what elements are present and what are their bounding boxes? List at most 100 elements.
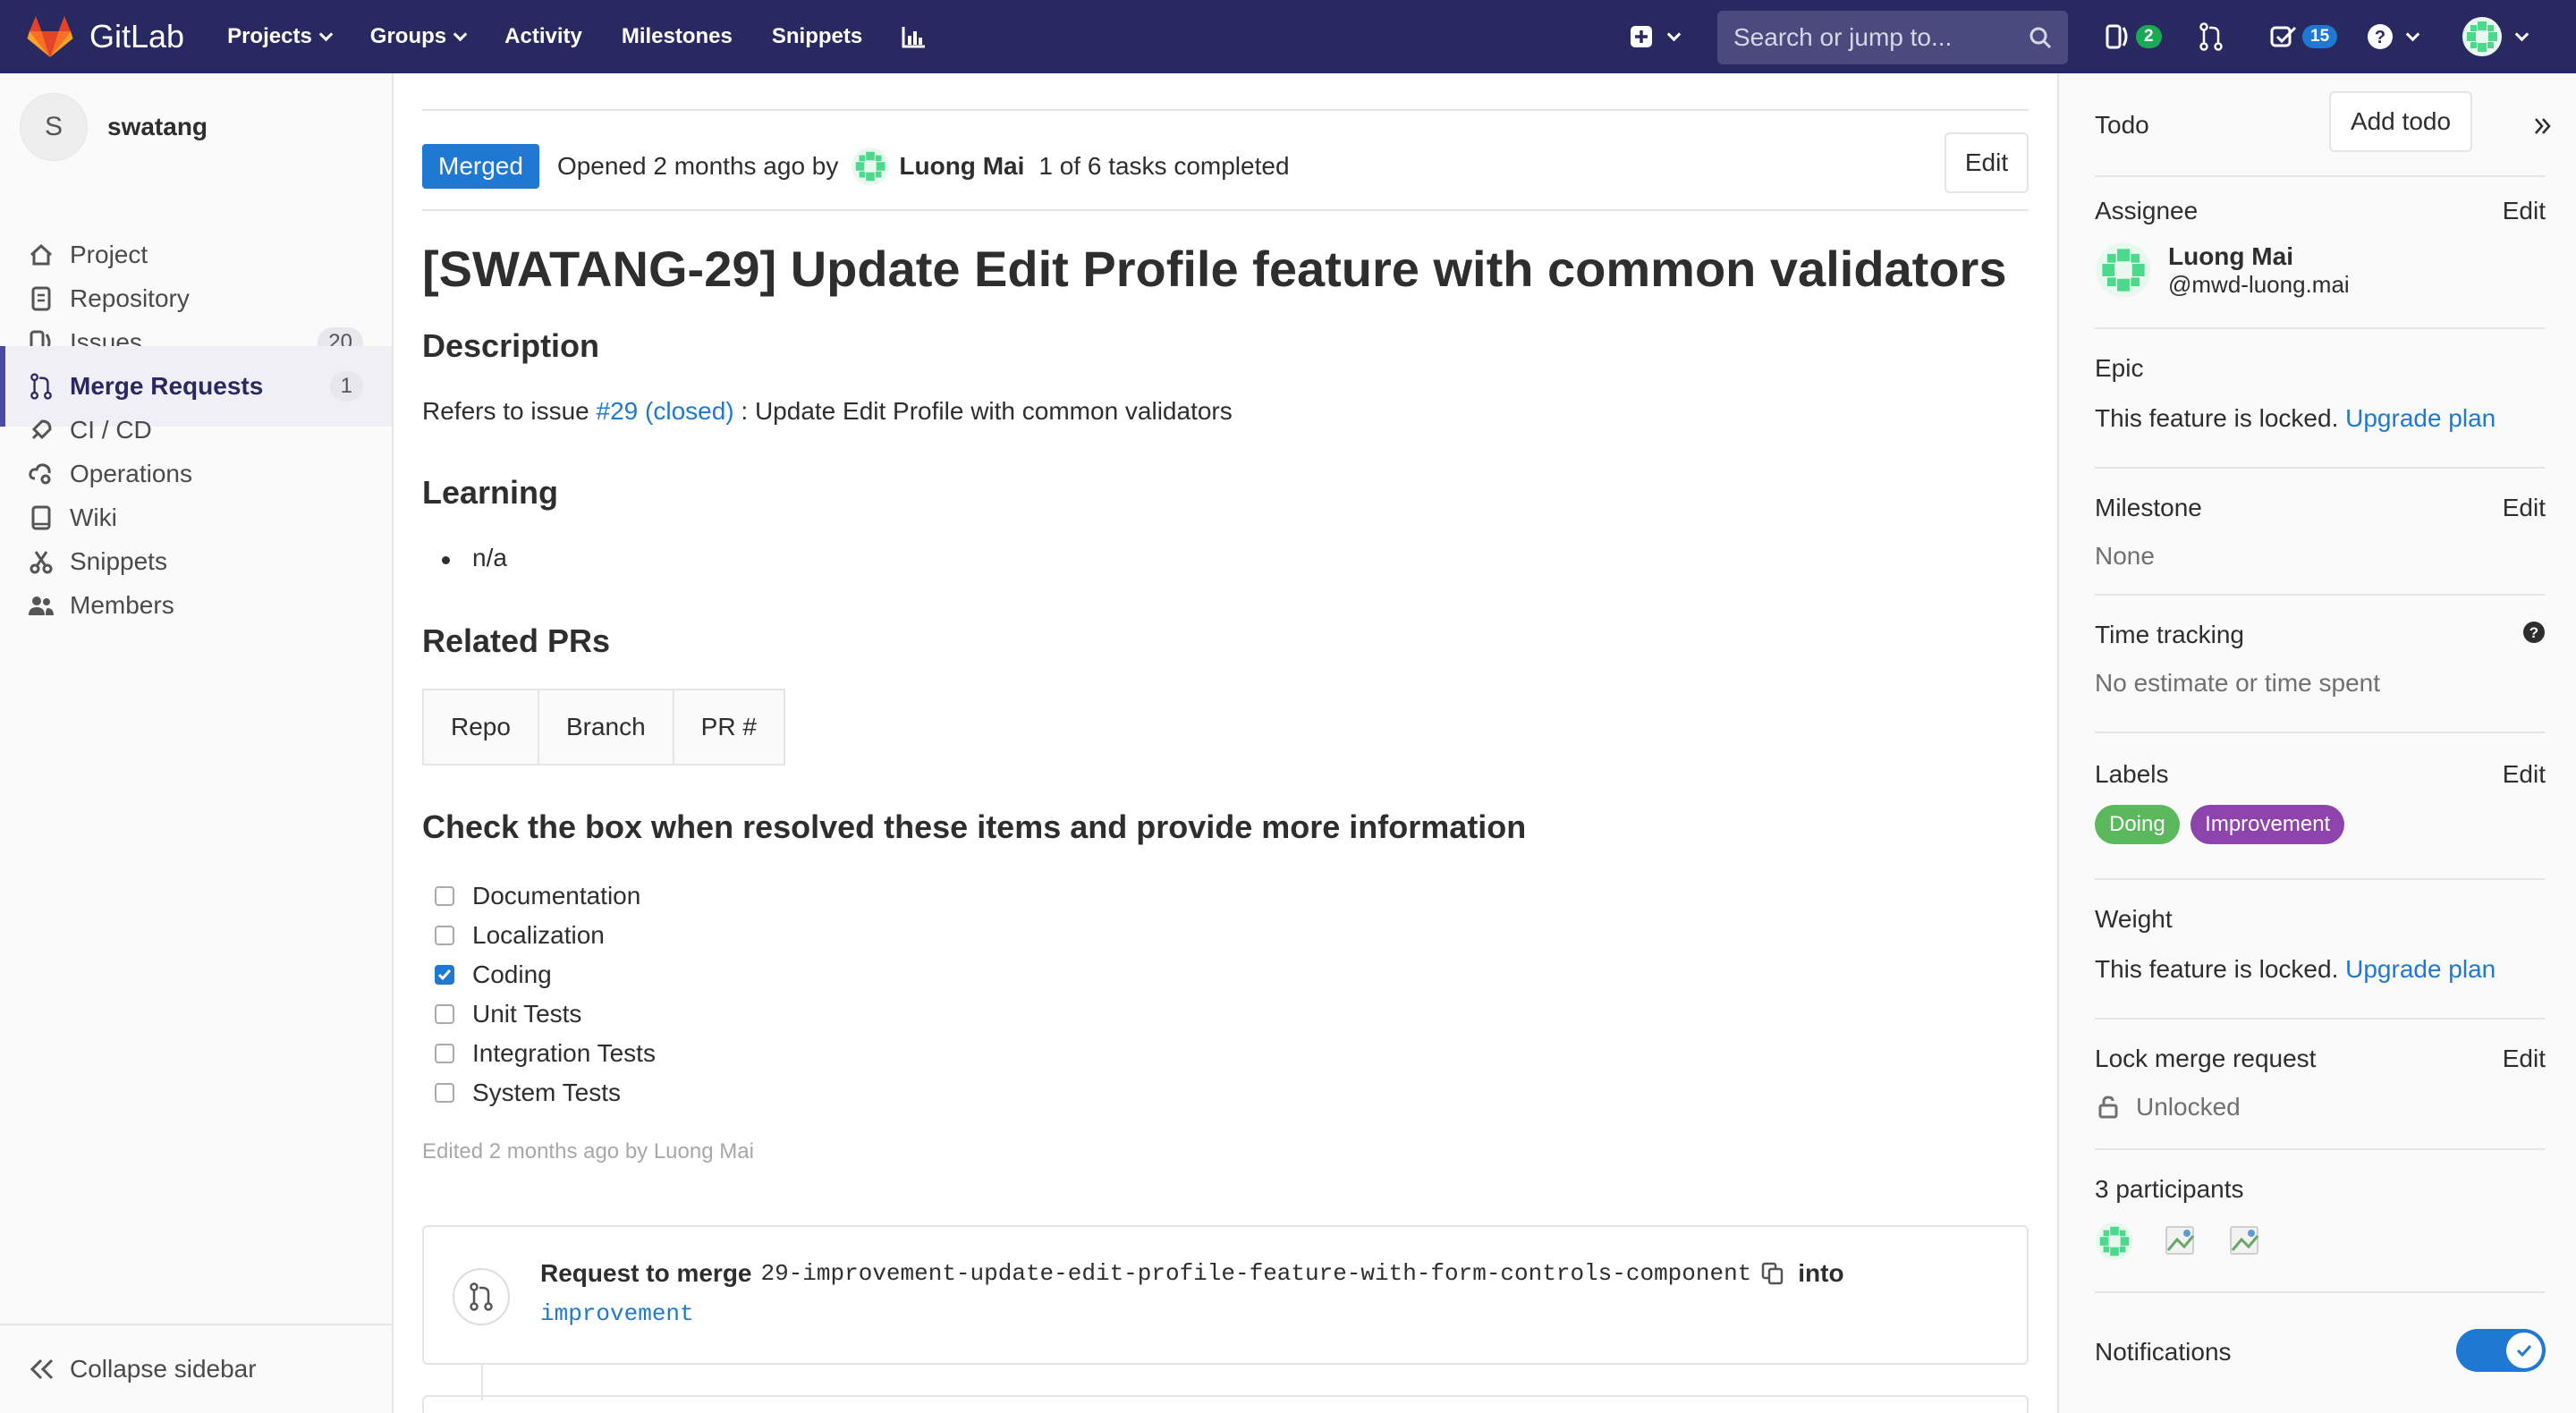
label-improvement[interactable]: Improvement	[2190, 805, 2345, 844]
assignee-edit-link[interactable]: Edit	[2503, 197, 2546, 225]
chevron-down-icon	[318, 27, 334, 41]
assignee-section: Assignee Edit Luong Mai @mwd-luong.mai	[2095, 197, 2546, 298]
task-checkbox[interactable]	[435, 886, 454, 906]
edit-button[interactable]: Edit	[1945, 132, 2029, 193]
merge-requests-shortcut[interactable]	[2199, 0, 2224, 73]
divider	[2095, 467, 2546, 469]
merge-widget: Request to merge 29-improvement-update-e…	[422, 1225, 2029, 1365]
task-item: Integration Tests	[435, 1034, 656, 1073]
milestone-value: None	[2095, 542, 2155, 570]
weight-label: Weight	[2095, 905, 2173, 933]
participant-avatar[interactable]	[2095, 1222, 2134, 1261]
list-item: n/a	[442, 544, 507, 572]
edited-note: Edited 2 months ago by Luong Mai	[422, 1139, 754, 1163]
nav-groups[interactable]: Groups	[369, 24, 468, 49]
sidebar-item-label: Members	[70, 591, 174, 619]
milestone-section: Milestone Edit None	[2095, 494, 2546, 571]
divider	[2095, 594, 2546, 596]
task-label: Integration Tests	[472, 1039, 656, 1067]
project-header[interactable]: S swatang	[20, 93, 208, 161]
nav-milestones[interactable]: Milestones	[622, 24, 733, 49]
weight-locked-text: This feature is locked. Upgrade plan	[2095, 955, 2546, 984]
request-to-merge-label: Request to merge	[540, 1259, 752, 1287]
collapse-sidebar-label: Collapse sidebar	[70, 1355, 257, 1383]
author-avatar[interactable]	[851, 147, 890, 186]
refers-suffix: : Update Edit Profile with common valida…	[741, 397, 1233, 425]
help-dropdown[interactable]: ?	[2367, 0, 2420, 73]
labels-edit-link[interactable]: Edit	[2503, 760, 2546, 789]
broken-image-icon[interactable]	[2163, 1223, 2199, 1259]
task-checkbox[interactable]	[435, 1044, 454, 1063]
label-list: Doing Improvement	[2095, 805, 2546, 844]
task-checkbox-checked[interactable]	[435, 965, 454, 985]
issues-shortcut[interactable]: 2	[2106, 0, 2162, 73]
source-branch[interactable]: 29-improvement-update-edit-profile-featu…	[761, 1260, 1752, 1287]
related-prs-heading: Related PRs	[422, 622, 611, 659]
list-item-text: n/a	[472, 544, 507, 571]
upgrade-plan-link[interactable]: Upgrade plan	[2345, 955, 2496, 983]
task-item: System Tests	[435, 1073, 656, 1113]
new-dropdown[interactable]	[1630, 0, 1682, 73]
milestone-edit-link[interactable]: Edit	[2503, 494, 2546, 522]
double-chevron-right-icon[interactable]	[2533, 113, 2551, 143]
todos-count-badge: 15	[2302, 25, 2338, 48]
notifications-toggle[interactable]	[2456, 1329, 2546, 1372]
assignee-name: Luong Mai	[2168, 241, 2293, 270]
chart-icon[interactable]	[902, 25, 927, 48]
time-tracking-value: No estimate or time spent	[2095, 669, 2381, 697]
nav-groups-label: Groups	[369, 24, 447, 48]
project-sidebar: S swatang Project Repository Issues 20 M…	[0, 73, 394, 1413]
broken-image-icon[interactable]	[2227, 1223, 2263, 1259]
double-chevron-left-icon	[30, 1358, 54, 1380]
nav-projects[interactable]: Projects	[227, 24, 334, 49]
author-name-link[interactable]: Luong Mai	[899, 152, 1024, 181]
label-doing[interactable]: Doing	[2095, 805, 2180, 844]
labels-label: Labels	[2095, 760, 2169, 788]
gitlab-logo[interactable]: GitLab	[27, 0, 184, 73]
help-icon[interactable]: ?	[2522, 621, 2546, 650]
merge-request-status-row: Merged Opened 2 months ago by Luong Mai …	[422, 132, 2029, 200]
search-input[interactable]: Search or jump to...	[1717, 11, 2068, 64]
table-header-pr: PR #	[672, 689, 785, 766]
task-item: Localization	[435, 916, 656, 955]
target-branch[interactable]: improvement	[540, 1300, 694, 1327]
nav-activity[interactable]: Activity	[504, 24, 582, 49]
chevron-down-icon	[453, 27, 468, 41]
copy-icon[interactable]	[1760, 1261, 1785, 1286]
issues-count-badge: 2	[2136, 25, 2162, 48]
task-checkbox[interactable]	[435, 926, 454, 945]
related-prs-table: Repo Branch PR #	[422, 689, 785, 766]
divider	[2095, 175, 2546, 177]
nav-snippets[interactable]: Snippets	[772, 24, 862, 49]
merge-request-main: Merged Opened 2 months ago by Luong Mai …	[422, 73, 2029, 1413]
assignee-user[interactable]: Luong Mai @mwd-luong.mai	[2095, 241, 2350, 299]
issue-link[interactable]: #29 (closed)	[597, 397, 734, 425]
lock-section: Lock merge request Edit Unlocked	[2095, 1045, 2546, 1121]
target-branch-line: improvement	[540, 1300, 694, 1327]
milestone-label: Milestone	[2095, 494, 2202, 521]
participants-section: 3 participants	[2095, 1175, 2546, 1261]
task-label: Localization	[472, 921, 605, 949]
sidebar-item-members[interactable]: Members	[0, 565, 392, 646]
todos-shortcut[interactable]: 15	[2270, 0, 2338, 73]
locked-text: This feature is locked.	[2095, 404, 2339, 432]
brand-name: GitLab	[89, 18, 185, 55]
participants-label: 3 participants	[2095, 1175, 2244, 1203]
learning-heading: Learning	[422, 474, 559, 511]
collapse-sidebar-button[interactable]: Collapse sidebar	[0, 1324, 392, 1413]
user-menu[interactable]	[2462, 0, 2529, 73]
divider	[422, 209, 2029, 211]
time-tracking-section: Time tracking ? No estimate or time spen…	[2095, 621, 2546, 698]
description-heading: Description	[422, 327, 600, 364]
upgrade-plan-link[interactable]: Upgrade plan	[2345, 404, 2496, 432]
participant-list	[2095, 1222, 2546, 1261]
add-todo-button[interactable]: Add todo	[2329, 91, 2472, 152]
assignee-label: Assignee	[2095, 197, 2199, 224]
task-checkbox[interactable]	[435, 1083, 454, 1103]
task-list: Documentation Localization Coding Unit T…	[435, 876, 656, 1113]
svg-text:?: ?	[2529, 624, 2538, 641]
lock-edit-link[interactable]: Edit	[2503, 1045, 2546, 1073]
task-label: Coding	[472, 960, 552, 988]
merge-widget-next	[422, 1395, 2029, 1413]
task-checkbox[interactable]	[435, 1004, 454, 1024]
